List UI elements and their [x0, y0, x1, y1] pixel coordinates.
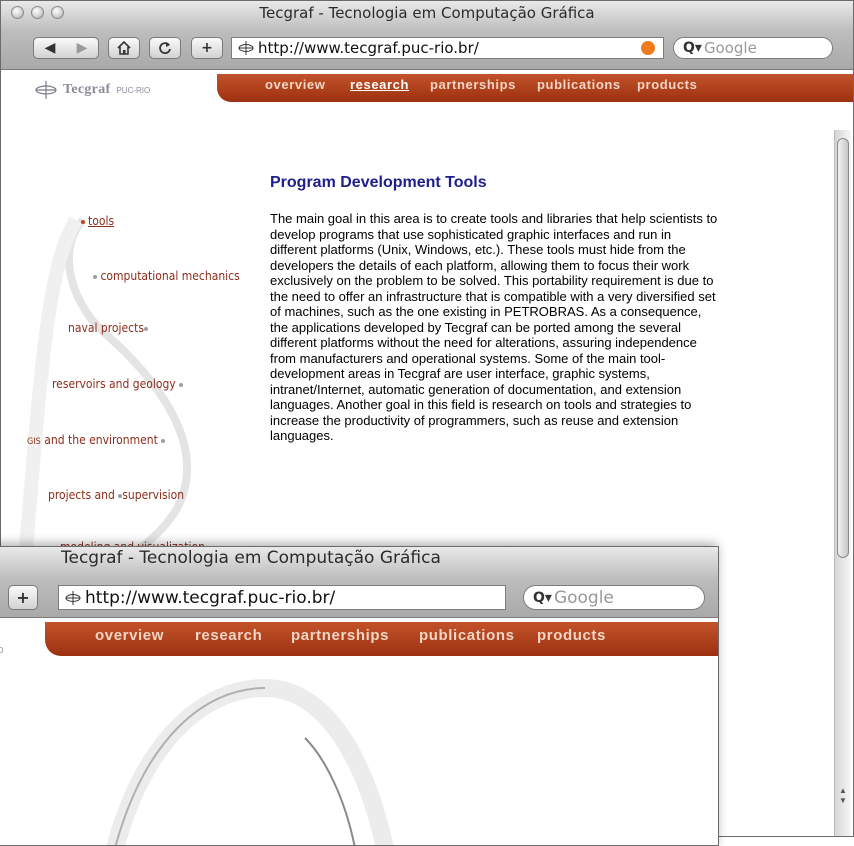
browser-window-front: Tecgraf - Tecnologia em Computação Gráfi…	[0, 546, 719, 846]
bullet-icon	[81, 219, 85, 224]
sidenav-reservoirs-and-geology[interactable]: reservoirs and geology	[52, 377, 184, 391]
nav-products[interactable]: products	[537, 627, 606, 644]
site-favicon-icon	[238, 41, 254, 55]
site-favicon-icon	[65, 590, 81, 605]
title-bar[interactable]: Tecgraf - Tecnologia em Computação Gráfi…	[1, 1, 853, 70]
search-placeholder: Google	[703, 39, 757, 57]
sidenav-naval-projects[interactable]: naval projects	[68, 321, 148, 335]
tecgraf-logo[interactable]: Tecgraf PUC-RIO	[35, 81, 150, 99]
address-bar[interactable]: http://www.tecgraf.puc-rio.br/	[58, 585, 506, 610]
bullet-icon	[161, 438, 166, 443]
logo-name: Tecgraf	[63, 82, 111, 97]
bullet-icon	[143, 326, 148, 331]
nav-publications[interactable]: publications	[537, 77, 621, 92]
search-icon: Q▾	[683, 40, 702, 56]
nav-partnerships[interactable]: partnerships	[430, 77, 516, 92]
back-arrow-icon[interactable]: ◀	[45, 40, 56, 56]
main-nav: overview research partnerships publicati…	[45, 622, 718, 656]
window-title: Tecgraf - Tecnologia em Computação Gráfi…	[259, 4, 595, 22]
add-bookmark-button[interactable]: +	[8, 585, 38, 610]
search-icon: Q▾	[533, 589, 552, 606]
sidenav-computational-mechanics[interactable]: computational mechanics	[93, 269, 240, 283]
bullet-icon	[179, 382, 184, 387]
nav-publications[interactable]: publications	[419, 627, 515, 644]
search-field[interactable]: Q▾ Google	[523, 585, 705, 610]
vertical-scrollbar[interactable]: ▲ ▼	[834, 130, 851, 836]
reload-button[interactable]	[149, 37, 181, 59]
page-title: Program Development Tools	[270, 174, 487, 191]
nav-products[interactable]: products	[637, 77, 697, 92]
nav-overview[interactable]: overview	[265, 77, 325, 92]
sidenav-projects-and-supervision[interactable]: projects and supervision	[48, 488, 184, 502]
reload-icon	[159, 42, 171, 54]
sidenav-tools[interactable]: tools	[81, 214, 114, 228]
nav-partnerships[interactable]: partnerships	[291, 627, 389, 644]
body-paragraph: The main goal in this area is to create …	[270, 211, 718, 443]
nav-overview[interactable]: overview	[95, 627, 164, 644]
sidenav-gis-and-environment[interactable]: GIS and the environment	[27, 433, 166, 447]
page-content: IO overview research partnerships public…	[0, 618, 718, 845]
add-bookmark-button[interactable]: +	[191, 37, 223, 59]
scroll-arrows[interactable]: ▲ ▼	[835, 786, 851, 806]
home-icon	[117, 40, 131, 55]
decorative-arch	[106, 678, 394, 845]
nav-research[interactable]: research	[350, 77, 409, 92]
forward-arrow-icon[interactable]: ▶	[77, 40, 88, 56]
home-button[interactable]	[108, 37, 140, 59]
main-nav: overview research partnerships publicati…	[217, 74, 853, 102]
scrollbar-thumb[interactable]	[837, 138, 849, 558]
nav-research[interactable]: research	[195, 627, 262, 644]
url-text: http://www.tecgraf.puc-rio.br/	[85, 587, 336, 608]
logo-subtitle: PUC-RIO	[116, 85, 151, 95]
back-forward-control: ◀ ▶	[33, 37, 99, 59]
logo-subtitle: IO	[0, 646, 3, 655]
url-text: http://www.tecgraf.puc-rio.br/	[258, 39, 479, 57]
search-field[interactable]: Q▾ Google	[673, 37, 833, 59]
snapback-icon[interactable]	[641, 41, 655, 55]
window-title: Tecgraf - Tecnologia em Computação Gráfi…	[61, 548, 441, 568]
address-bar[interactable]: http://www.tecgraf.puc-rio.br/	[231, 37, 664, 59]
logo-globe-icon	[35, 81, 57, 99]
title-bar[interactable]: Tecgraf - Tecnologia em Computação Gráfi…	[0, 547, 718, 618]
bullet-icon	[93, 274, 97, 279]
search-placeholder: Google	[553, 587, 614, 608]
